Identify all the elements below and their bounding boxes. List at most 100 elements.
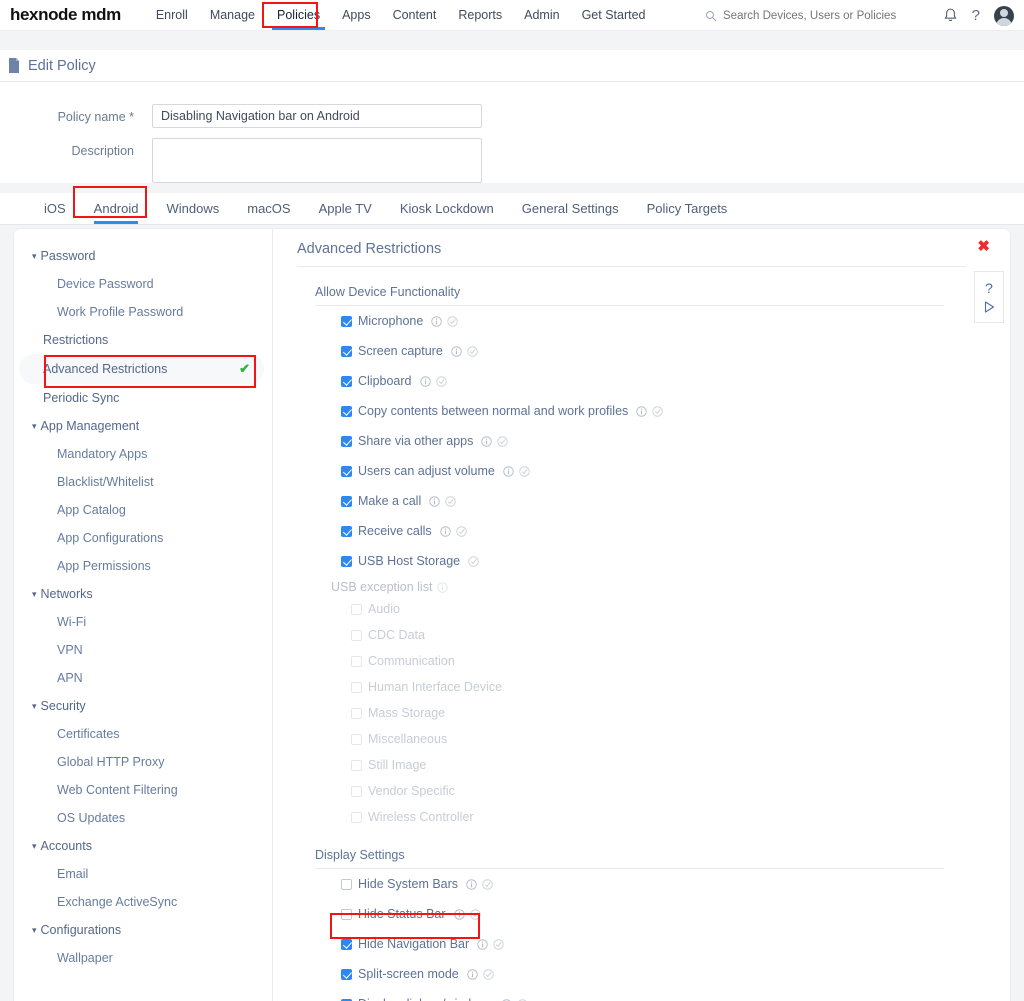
nav-item-admin[interactable]: Admin bbox=[513, 0, 570, 30]
checkbox-row-users-can-adjust-volume[interactable]: Users can adjust volume bbox=[341, 456, 1010, 486]
checkbox-row-hide-status-bar[interactable]: Hide Status Bar bbox=[341, 899, 1010, 929]
applies-check-icon[interactable] bbox=[467, 345, 478, 357]
applies-check-icon[interactable] bbox=[469, 908, 481, 920]
sidebar-group-accounts[interactable]: ▾ Accounts bbox=[14, 832, 272, 860]
checkbox-receive-calls[interactable] bbox=[341, 525, 352, 537]
info-icon[interactable] bbox=[429, 495, 440, 507]
applies-check-icon[interactable] bbox=[519, 465, 530, 477]
checkbox-share-via-other-apps[interactable] bbox=[341, 435, 352, 447]
nav-item-content[interactable]: Content bbox=[382, 0, 448, 30]
sidebar-item-work-profile-password[interactable]: Work Profile Password bbox=[14, 298, 272, 326]
search-input[interactable] bbox=[723, 9, 913, 22]
checkbox-row-clipboard[interactable]: Clipboard bbox=[341, 366, 1010, 396]
tab-android[interactable]: Android bbox=[80, 193, 153, 224]
nav-item-manage[interactable]: Manage bbox=[199, 0, 266, 30]
tab-kiosk-lockdown[interactable]: Kiosk Lockdown bbox=[386, 193, 508, 224]
nav-item-get-started[interactable]: Get Started bbox=[571, 0, 657, 30]
info-icon[interactable] bbox=[636, 405, 648, 417]
tab-macos[interactable]: macOS bbox=[233, 193, 304, 224]
info-icon[interactable] bbox=[467, 968, 478, 980]
sidebar-group-configurations[interactable]: ▾ Configurations bbox=[14, 916, 272, 944]
checkbox-row-usb-host-storage[interactable]: USB Host Storage bbox=[341, 546, 1010, 576]
info-icon[interactable] bbox=[481, 435, 493, 447]
checkbox-hide-navigation-bar[interactable] bbox=[341, 938, 352, 950]
nav-item-apps[interactable]: Apps bbox=[331, 0, 382, 30]
app-logo[interactable]: hexnode mdm bbox=[10, 5, 121, 25]
checkbox-users-can-adjust-volume[interactable] bbox=[341, 465, 352, 477]
checkbox-row-share-via-other-apps[interactable]: Share via other apps bbox=[341, 426, 1010, 456]
global-search[interactable] bbox=[705, 0, 913, 31]
info-icon[interactable] bbox=[466, 878, 477, 890]
tab-windows[interactable]: Windows bbox=[152, 193, 233, 224]
sidebar-item-mandatory-apps[interactable]: Mandatory Apps bbox=[14, 440, 272, 468]
sidebar-item-email[interactable]: Email bbox=[14, 860, 272, 888]
sidebar-item-apn[interactable]: APN bbox=[14, 664, 272, 692]
help-question-icon[interactable]: ? bbox=[985, 281, 993, 295]
sidebar-item-app-configurations[interactable]: App Configurations bbox=[14, 524, 272, 552]
sidebar-item-app-permissions[interactable]: App Permissions bbox=[14, 552, 272, 580]
sidebar-group-networks[interactable]: ▾ Networks bbox=[14, 580, 272, 608]
checkbox-row-microphone[interactable]: Microphone bbox=[341, 306, 1010, 336]
applies-check-icon[interactable] bbox=[455, 525, 467, 537]
checkbox-microphone[interactable] bbox=[341, 315, 352, 327]
sidebar-item-app-catalog[interactable]: App Catalog bbox=[14, 496, 272, 524]
checkbox-row-display-dialogs-windows[interactable]: Display dialogs/windows bbox=[341, 989, 1010, 1001]
checkbox-split-screen-mode[interactable] bbox=[341, 968, 352, 980]
checkbox-row-make-a-call[interactable]: Make a call bbox=[341, 486, 1010, 516]
checkbox-usb-host-storage[interactable] bbox=[341, 555, 352, 567]
checkbox-clipboard[interactable] bbox=[341, 375, 352, 387]
info-icon[interactable] bbox=[453, 908, 465, 920]
checkbox-row-copy-contents[interactable]: Copy contents between normal and work pr… bbox=[341, 396, 1010, 426]
sidebar-item-restrictions[interactable]: Restrictions bbox=[14, 326, 272, 354]
close-x-icon[interactable]: ✖ bbox=[977, 239, 990, 254]
sidebar-item-wifi[interactable]: Wi-Fi bbox=[14, 608, 272, 636]
checkbox-make-a-call[interactable] bbox=[341, 495, 352, 507]
sidebar-group-security[interactable]: ▾ Security bbox=[14, 692, 272, 720]
checkbox-row-receive-calls[interactable]: Receive calls bbox=[341, 516, 1010, 546]
checkbox-screen-capture[interactable] bbox=[341, 345, 352, 357]
sidebar-item-wallpaper[interactable]: Wallpaper bbox=[14, 944, 272, 972]
nav-item-reports[interactable]: Reports bbox=[447, 0, 513, 30]
sidebar-item-advanced-restrictions[interactable]: Advanced Restrictions ✔ bbox=[19, 354, 264, 384]
sidebar-group-app-management[interactable]: ▾ App Management bbox=[14, 412, 272, 440]
applies-check-icon[interactable] bbox=[447, 315, 459, 327]
applies-check-icon[interactable] bbox=[483, 968, 494, 980]
info-icon[interactable] bbox=[437, 581, 449, 593]
checkbox-copy-contents[interactable] bbox=[341, 405, 352, 417]
nav-item-enroll[interactable]: Enroll bbox=[145, 0, 199, 30]
play-triangle-icon[interactable] bbox=[984, 301, 995, 313]
applies-check-icon[interactable] bbox=[435, 375, 447, 387]
tab-policy-targets[interactable]: Policy Targets bbox=[633, 193, 742, 224]
sidebar-group-password[interactable]: ▾ Password bbox=[14, 242, 272, 270]
avatar[interactable] bbox=[994, 5, 1014, 26]
help-question-icon[interactable]: ? bbox=[972, 8, 980, 23]
sidebar-item-global-http-proxy[interactable]: Global HTTP Proxy bbox=[14, 748, 272, 776]
sidebar-item-web-content-filtering[interactable]: Web Content Filtering bbox=[14, 776, 272, 804]
applies-check-icon[interactable] bbox=[468, 555, 479, 567]
applies-check-icon[interactable] bbox=[652, 405, 664, 417]
info-icon[interactable] bbox=[439, 525, 451, 537]
info-icon[interactable] bbox=[431, 315, 443, 327]
info-icon[interactable] bbox=[451, 345, 462, 357]
applies-check-icon[interactable] bbox=[497, 435, 509, 447]
sidebar-item-device-password[interactable]: Device Password bbox=[14, 270, 272, 298]
bell-icon[interactable] bbox=[943, 8, 958, 24]
tab-general-settings[interactable]: General Settings bbox=[508, 193, 633, 224]
applies-check-icon[interactable] bbox=[482, 878, 493, 890]
info-icon[interactable] bbox=[419, 375, 431, 387]
checkbox-row-hide-navigation-bar[interactable]: Hide Navigation Bar bbox=[341, 929, 1010, 959]
sidebar-item-blacklist-whitelist[interactable]: Blacklist/Whitelist bbox=[14, 468, 272, 496]
sidebar-item-os-updates[interactable]: OS Updates bbox=[14, 804, 272, 832]
tab-ios[interactable]: iOS bbox=[30, 193, 80, 224]
nav-item-policies[interactable]: Policies bbox=[266, 0, 331, 30]
tab-apple-tv[interactable]: Apple TV bbox=[305, 193, 386, 224]
sidebar-item-periodic-sync[interactable]: Periodic Sync bbox=[14, 384, 272, 412]
applies-check-icon[interactable] bbox=[493, 938, 504, 950]
checkbox-hide-system-bars[interactable] bbox=[341, 878, 352, 890]
sidebar-item-certificates[interactable]: Certificates bbox=[14, 720, 272, 748]
checkbox-row-split-screen-mode[interactable]: Split-screen mode bbox=[341, 959, 1010, 989]
applies-check-icon[interactable] bbox=[445, 495, 456, 507]
checkbox-row-screen-capture[interactable]: Screen capture bbox=[341, 336, 1010, 366]
checkbox-row-hide-system-bars[interactable]: Hide System Bars bbox=[341, 869, 1010, 899]
info-icon[interactable] bbox=[503, 465, 514, 477]
